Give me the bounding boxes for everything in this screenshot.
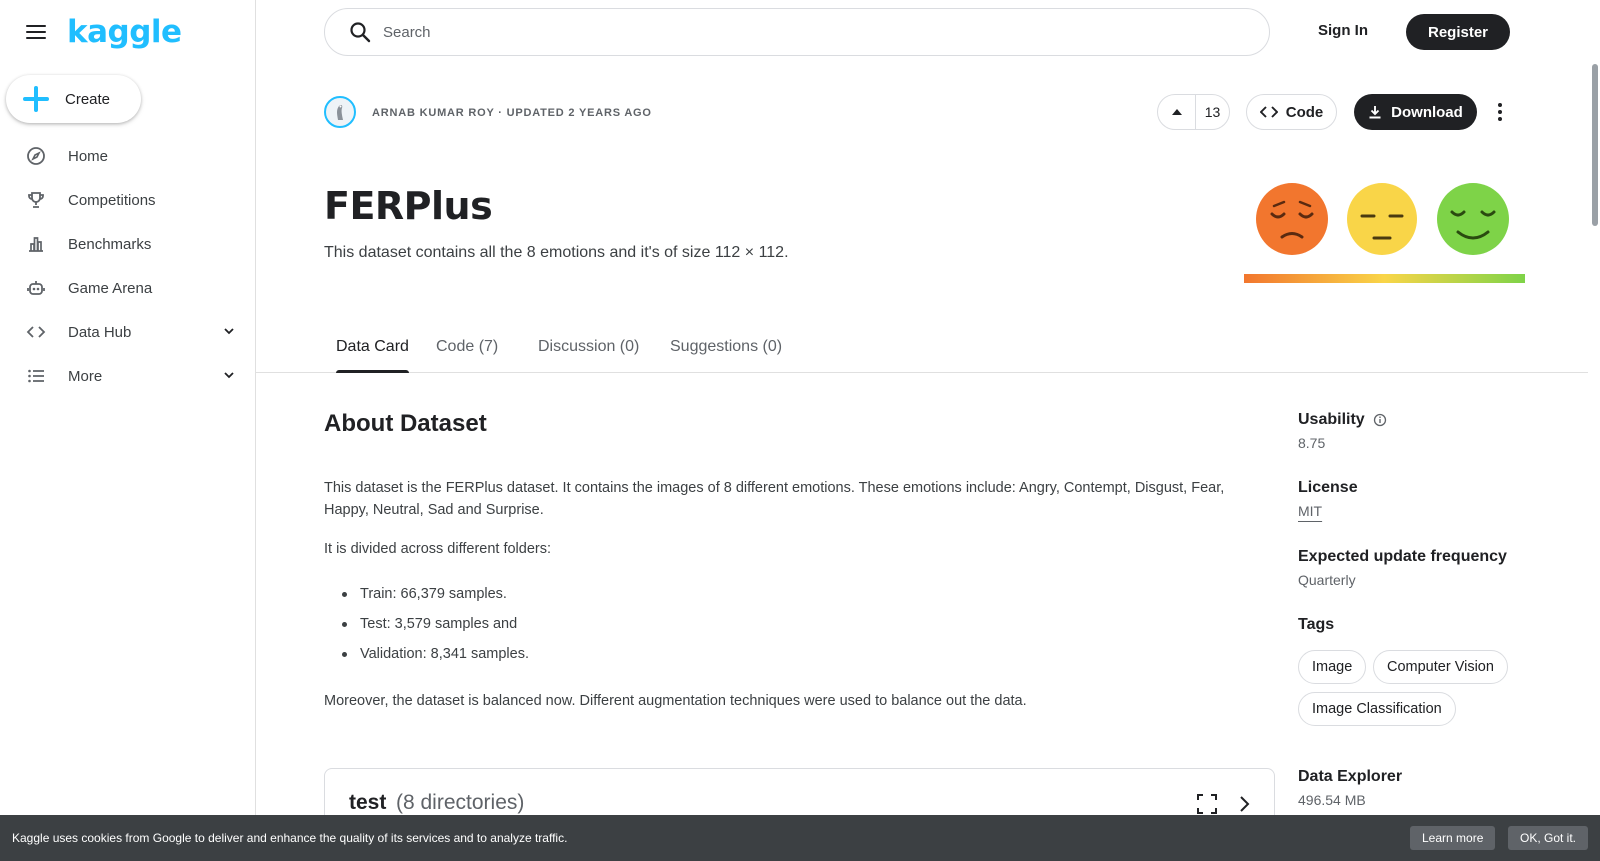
info-icon[interactable]	[1373, 413, 1387, 427]
tags-heading: Tags	[1298, 616, 1335, 633]
search-icon	[350, 22, 371, 43]
page-title: FERPlus	[324, 184, 493, 228]
data-explorer-section: Data Explorer 496.54 MB	[1298, 768, 1402, 808]
trophy-icon	[26, 190, 46, 210]
sidebar-item-game-arena[interactable]: Game Arena	[0, 268, 256, 308]
download-icon	[1369, 106, 1381, 119]
update-frequency-section: Expected update frequency Quarterly	[1298, 548, 1507, 588]
learn-more-button[interactable]: Learn more	[1410, 826, 1496, 850]
avatar[interactable]	[324, 96, 356, 128]
license-link[interactable]: MIT	[1298, 503, 1322, 519]
arrow-up-icon	[1171, 109, 1182, 115]
sidebar-item-label: More	[68, 367, 103, 385]
register-button[interactable]: Register	[1406, 14, 1510, 50]
tab-bar: Data Card Code (7) Discussion (0) Sugges…	[256, 328, 1588, 373]
code-icon	[1259, 106, 1278, 118]
compass-icon	[26, 146, 46, 166]
sidebar-item-competitions[interactable]: Competitions	[0, 180, 256, 220]
code-label: Code	[1285, 103, 1324, 121]
about-paragraph: This dataset is the FERPlus dataset. It …	[324, 480, 1225, 518]
ok-got-it-button[interactable]: OK, Got it.	[1508, 826, 1589, 850]
sidebar: kaggle Create Home Competitions Benchmar…	[0, 0, 256, 861]
search-bar[interactable]	[324, 8, 1270, 56]
folder-count: (8 directories)	[396, 791, 525, 814]
chevron-right-icon[interactable]	[1233, 793, 1255, 815]
license-section: License MIT	[1298, 479, 1358, 519]
tag-chip[interactable]: Image Classification	[1298, 692, 1456, 726]
create-label: Create	[65, 90, 111, 108]
dataset-subtitle: This dataset contains all the 8 emotions…	[324, 244, 789, 261]
tab-data-card[interactable]: Data Card	[324, 338, 421, 373]
download-label: Download	[1391, 103, 1463, 121]
cookie-text: Kaggle uses cookies from Google to deliv…	[12, 831, 568, 845]
code-brackets-icon	[26, 322, 46, 342]
about-heading: About Dataset	[324, 410, 487, 437]
tag-chip[interactable]: Computer Vision	[1373, 650, 1508, 684]
list-icon	[26, 366, 46, 386]
sidebar-item-label: Benchmarks	[68, 235, 152, 253]
upvote-widget: 13	[1157, 94, 1230, 130]
usability-label: Usability	[1298, 411, 1365, 428]
about-paragraph: Moreover, the dataset is balanced now. D…	[324, 693, 1027, 709]
tag-chip[interactable]: Image	[1298, 650, 1367, 684]
code-button[interactable]: Code	[1246, 94, 1337, 130]
folder-list: Train: 66,379 samples. Test: 3,579 sampl…	[341, 583, 529, 673]
usability-value: 8.75	[1298, 435, 1326, 451]
plus-icon	[23, 86, 49, 112]
sidebar-item-label: Home	[68, 147, 109, 165]
tab-suggestions[interactable]: Suggestions (0)	[658, 338, 794, 373]
chevron-down-icon[interactable]	[222, 324, 236, 343]
usability-section: Usability 8.75	[1298, 411, 1387, 451]
search-input[interactable]	[383, 23, 1183, 41]
sidebar-item-label: Data Hub	[68, 323, 132, 341]
hamburger-menu-icon[interactable]	[24, 22, 48, 42]
sidebar-item-more[interactable]: More	[0, 356, 256, 396]
sign-in-button[interactable]: Sign In	[1318, 22, 1368, 39]
download-button[interactable]: Download	[1354, 94, 1477, 130]
robot-icon	[26, 278, 46, 298]
sidebar-item-home[interactable]: Home	[0, 136, 256, 176]
scrollbar-thumb[interactable]	[1592, 64, 1598, 226]
upvote-button[interactable]	[1158, 95, 1196, 129]
chevron-down-icon[interactable]	[222, 368, 236, 387]
more-options-icon[interactable]	[1490, 100, 1510, 124]
folder-name[interactable]: test	[349, 791, 386, 815]
author-updated-line: ARNAB KUMAR ROY · UPDATED 2 YEARS AGO	[372, 107, 652, 119]
data-explorer-label: Data Explorer	[1298, 768, 1403, 785]
sidebar-item-benchmarks[interactable]: Benchmarks	[0, 224, 256, 264]
tab-code[interactable]: Code (7)	[424, 338, 510, 373]
kaggle-logo[interactable]: kaggle	[67, 14, 182, 50]
sidebar-item-data-hub[interactable]: Data Hub	[0, 312, 256, 352]
vote-count: 13	[1204, 104, 1221, 120]
list-item: Test: 3,579 samples and	[341, 613, 529, 643]
data-explorer-size: 496.54 MB	[1298, 792, 1366, 808]
fullscreen-icon[interactable]	[1196, 793, 1218, 815]
update-frequency-value: Quarterly	[1298, 572, 1356, 588]
cookie-banner: Kaggle uses cookies from Google to deliv…	[0, 815, 1600, 861]
license-label: License	[1298, 479, 1358, 496]
tab-discussion[interactable]: Discussion (0)	[526, 338, 651, 373]
list-item: Train: 66,379 samples.	[341, 583, 529, 613]
create-button[interactable]: Create	[6, 75, 141, 123]
sidebar-item-label: Competitions	[68, 191, 156, 209]
sidebar-item-label: Game Arena	[68, 279, 153, 297]
about-paragraph: It is divided across different folders:	[324, 541, 552, 557]
list-item: Validation: 8,341 samples.	[341, 643, 529, 673]
dataset-cover-image	[1244, 183, 1525, 283]
update-frequency-label: Expected update frequency	[1298, 548, 1507, 565]
bar-chart-icon	[26, 234, 46, 254]
